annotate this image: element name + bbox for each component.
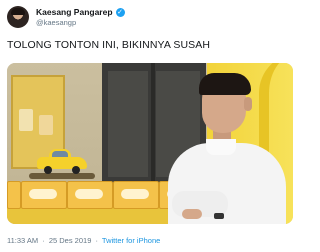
person — [164, 73, 290, 224]
video-thumbnail[interactable] — [7, 63, 293, 224]
author-name-row[interactable]: Kaesang Pangarep ✓ — [36, 7, 125, 17]
toy-car — [37, 148, 87, 174]
meta-separator: · — [95, 236, 98, 245]
product-box — [21, 181, 67, 209]
tweet-meta: 11:33 AM · 25 Des 2019 · Twitter for iPh… — [7, 236, 160, 245]
tweet-time[interactable]: 11:33 AM — [7, 236, 38, 245]
tweet-source-link[interactable]: Twitter for iPhone — [102, 236, 160, 245]
product-box — [67, 181, 113, 209]
handle[interactable]: @kaesangp — [36, 18, 76, 27]
product-box — [7, 181, 21, 209]
verified-badge-icon: ✓ — [115, 7, 125, 17]
tweet-card: Kaesang Pangarep ✓ @kaesangp TOLONG TONT… — [0, 0, 300, 252]
product-box — [113, 181, 159, 209]
display-name[interactable]: Kaesang Pangarep — [36, 7, 113, 17]
meta-separator: · — [42, 236, 45, 245]
tweet-date[interactable]: 25 Des 2019 — [49, 236, 92, 245]
avatar[interactable] — [7, 6, 29, 28]
tweet-text: TOLONG TONTON INI, BIKINNYA SUSAH — [7, 39, 211, 51]
